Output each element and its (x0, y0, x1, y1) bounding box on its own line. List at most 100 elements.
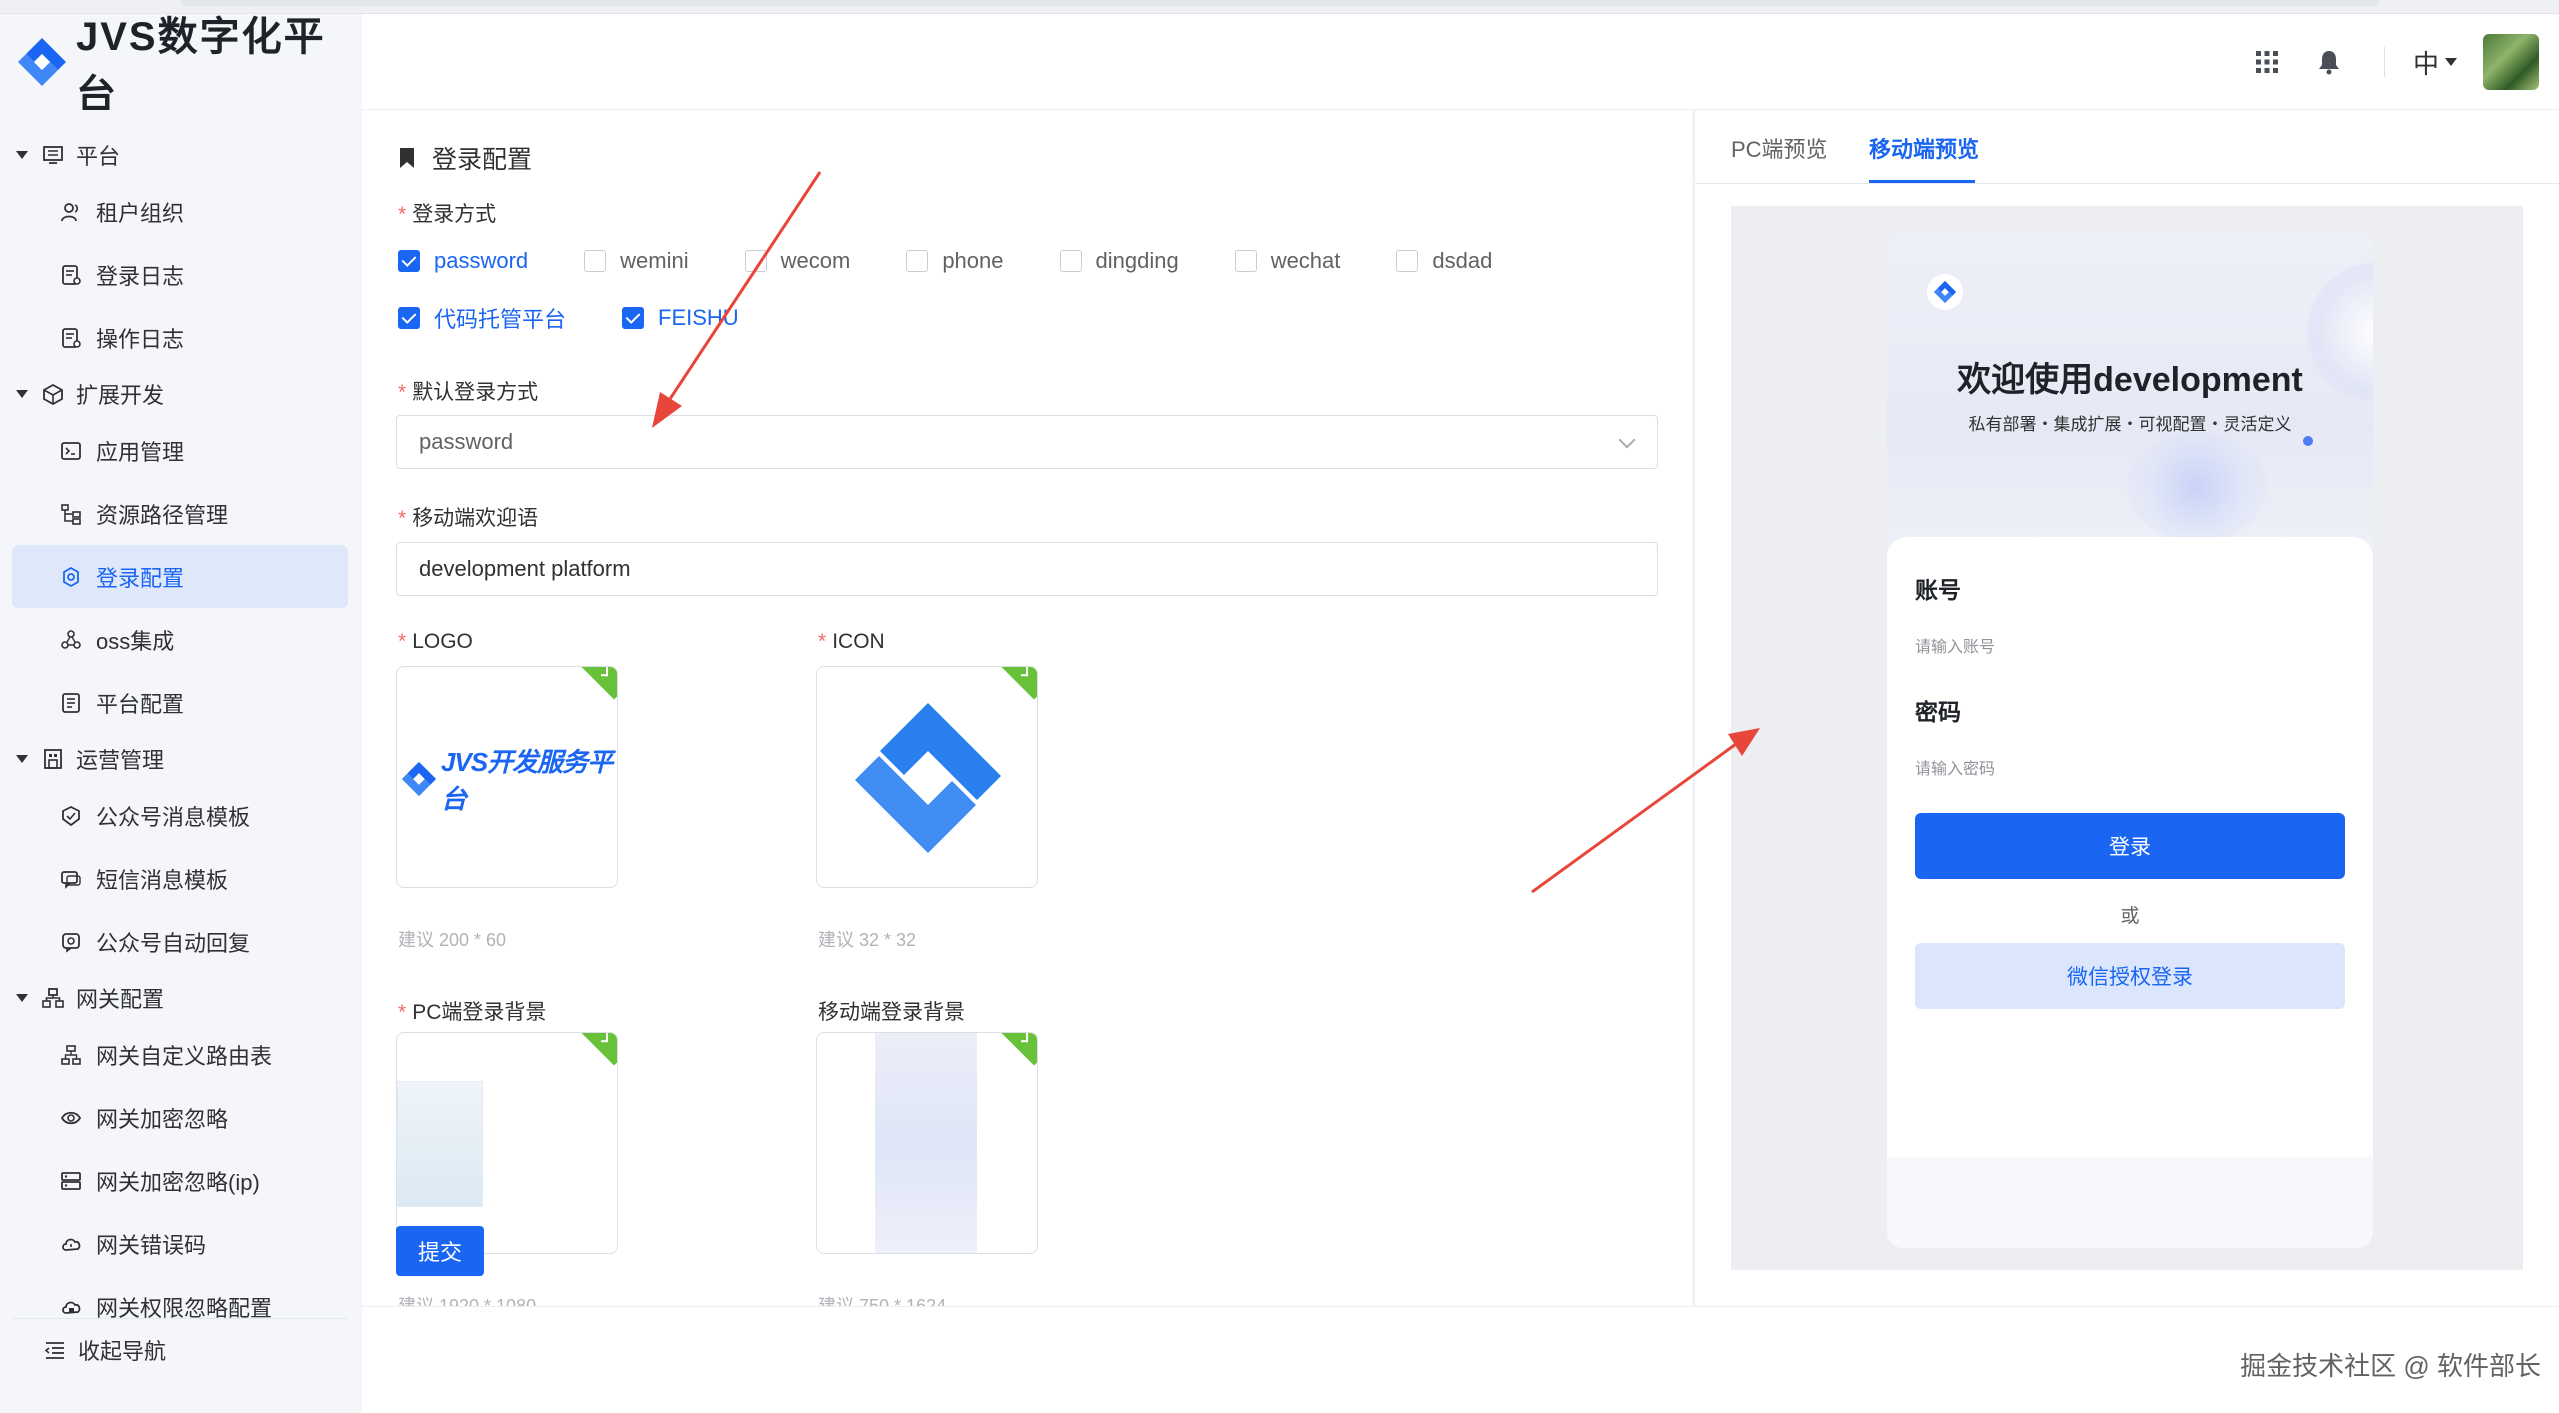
sidebar-item-tenant-org[interactable]: 租户组织 (12, 180, 348, 243)
submit-button[interactable]: 提交 (396, 1226, 484, 1276)
gear-icon (60, 566, 82, 588)
collapse-nav-button[interactable]: 收起导航 (12, 1318, 348, 1380)
sidebar-item-label: 应用管理 (96, 439, 185, 465)
mobile-welcome-input[interactable]: development platform (396, 542, 1658, 596)
eye-icon (60, 1107, 82, 1129)
sidebar-item-label: 登录日志 (96, 263, 185, 289)
checkbox-box[interactable] (1059, 250, 1082, 272)
checkbox-box[interactable] (906, 250, 929, 272)
network-icon (42, 987, 64, 1009)
sidebar-item-label: 操作日志 (96, 326, 185, 352)
sidebar-item-gateway-routes[interactable]: 网关自定义路由表 (12, 1023, 348, 1086)
header-actions: 中 (2236, 14, 2539, 110)
sidebar-item-label: 网关自定义路由表 (96, 1043, 273, 1069)
menu-group-extension[interactable]: 扩展开发 (0, 369, 360, 419)
sidebar-item-label: 公众号消息模板 (96, 804, 251, 830)
browser-top-strip (0, 0, 2559, 14)
checkbox-box[interactable] (622, 307, 645, 329)
logo-upload[interactable]: JVS开发服务平台 (396, 666, 618, 888)
icon-upload[interactable] (816, 666, 1038, 888)
checkbox-box[interactable] (744, 250, 767, 272)
user-avatar[interactable] (2483, 34, 2539, 90)
cluster-icon (60, 629, 82, 651)
icon-preview-image (851, 701, 1005, 860)
account-input[interactable]: 请输入账号 (1915, 633, 1995, 657)
brand-logo[interactable]: JVS数字化平台 (0, 14, 362, 117)
upload-success-check-icon (994, 1033, 1037, 1066)
tab-pc-preview[interactable]: PC端预览 (1731, 132, 1828, 164)
sidebar-item-gateway-error-code[interactable]: 网关错误码 (12, 1212, 348, 1275)
sidebar-item-label: 登录配置 (96, 565, 185, 591)
route-icon (60, 1044, 82, 1066)
collapse-nav-label: 收起导航 (78, 1338, 167, 1364)
sidebar-item-auto-reply[interactable]: 公众号自动回复 (12, 910, 348, 973)
sidebar-item-sms-template[interactable]: 短信消息模板 (12, 847, 348, 910)
sidebar-item-label: 短信消息模板 (96, 867, 229, 893)
checkbox-wechat[interactable]: wechat (1234, 248, 1340, 274)
checkbox-password[interactable]: password (398, 248, 528, 274)
chevron-down-icon (1618, 431, 1636, 449)
tab-mobile-preview[interactable]: 移动端预览 (1869, 132, 1979, 164)
checkbox-feishu[interactable]: FEISHU (622, 305, 739, 331)
sidebar-item-operation-log[interactable]: 操作日志 (12, 306, 348, 369)
caret-down-icon (16, 755, 28, 763)
checkbox-box[interactable] (1396, 250, 1419, 272)
language-switcher[interactable]: 中 (2413, 44, 2457, 81)
terminal-icon (60, 440, 82, 462)
sidebar-item-login-log[interactable]: 登录日志 (12, 243, 348, 306)
mobile-login-card: 账号 请输入账号 密码 请输入密码 登录 或 微信授权登录 (1887, 537, 2373, 1157)
checkbox-box[interactable] (398, 307, 420, 329)
building-icon (42, 748, 64, 770)
sidebar-item-login-config[interactable]: 登录配置 (12, 545, 348, 608)
menu-group-gateway[interactable]: 网关配置 (0, 973, 360, 1023)
jvs-logo-icon (14, 34, 70, 90)
mobile-bg-thumbnail (875, 1033, 977, 1253)
checkbox-box[interactable] (584, 250, 607, 272)
message-icon (60, 868, 82, 890)
jvs-logo-icon (401, 761, 437, 797)
checkbox-code-hosting[interactable]: 代码托管平台 (398, 302, 566, 334)
menu-group-operations[interactable]: 运营管理 (0, 734, 360, 784)
sidebar-item-gateway-encrypt-ignore-ip[interactable]: 网关加密忽略(ip) (12, 1149, 348, 1212)
bookmark-icon (400, 148, 414, 168)
caret-down-icon (2445, 58, 2457, 66)
header-divider (2383, 47, 2385, 77)
sidebar-item-resource-path[interactable]: 资源路径管理 (12, 482, 348, 545)
logo-preview-image: JVS开发服务平台 (397, 747, 617, 814)
hero-dot (2303, 436, 2313, 446)
sidebar-item-wechat-template[interactable]: 公众号消息模板 (12, 784, 348, 847)
mobile-hero: 欢迎使用development 私有部署・集成扩展・可视配置・灵活定义 (1887, 232, 2373, 562)
menu-group-label: 扩展开发 (76, 383, 165, 408)
sidebar-item-label: 网关错误码 (96, 1232, 207, 1258)
pc-bg-upload[interactable] (396, 1032, 618, 1254)
checkbox-phone[interactable]: phone (906, 248, 1004, 274)
sidebar-item-platform-config[interactable]: 平台配置 (12, 671, 348, 734)
checkbox-box[interactable] (1234, 250, 1257, 272)
apps-grid-icon[interactable] (2236, 31, 2298, 93)
menu-group-label: 网关配置 (76, 987, 165, 1012)
default-login-label: * 默认登录方式 (398, 381, 539, 404)
default-login-select[interactable]: password (396, 415, 1658, 469)
checkbox-box[interactable] (398, 250, 420, 272)
password-input[interactable]: 请输入密码 (1915, 755, 1995, 779)
caret-down-icon (16, 151, 28, 159)
mobile-login-button[interactable]: 登录 (1915, 813, 2345, 879)
menu-group-label: 运营管理 (76, 748, 165, 773)
sidebar-item-app-management[interactable]: 应用管理 (12, 419, 348, 482)
mobile-bg-upload[interactable] (816, 1032, 1038, 1254)
checkbox-dsdad[interactable]: dsdad (1396, 248, 1492, 274)
wechat-login-button[interactable]: 微信授权登录 (1915, 943, 2345, 1009)
caret-down-icon (16, 390, 28, 398)
list-icon (60, 692, 82, 714)
checkbox-dingding[interactable]: dingding (1059, 248, 1179, 274)
notification-bell-icon[interactable] (2298, 31, 2360, 93)
checkbox-wemini[interactable]: wemini (584, 248, 689, 274)
mobile-welcome-title: 欢迎使用development (1957, 361, 2303, 399)
menu-group-platform[interactable]: 平台 (0, 130, 360, 180)
sidebar-item-oss[interactable]: oss集成 (12, 608, 348, 671)
sidebar-item-gateway-encrypt-ignore[interactable]: 网关加密忽略 (12, 1086, 348, 1149)
active-tab-indicator (1869, 180, 1975, 183)
sidebar-item-label: 租户组织 (96, 200, 185, 226)
checkbox-wecom[interactable]: wecom (744, 248, 850, 274)
sidebar-item-label: 公众号自动回复 (96, 930, 251, 956)
